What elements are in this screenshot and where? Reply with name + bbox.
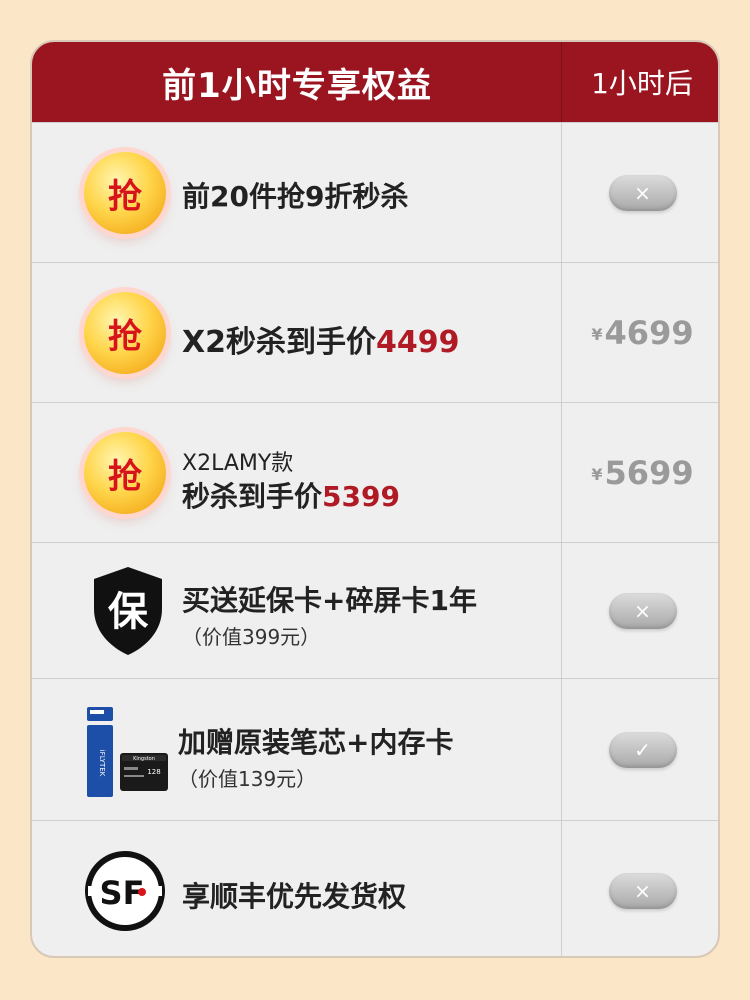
grab-badge-icon: 抢	[84, 152, 166, 234]
header-first-hour-title: 前1小时专享权益	[162, 65, 432, 106]
close-icon: ×	[608, 872, 677, 909]
benefit-cell: 抢 X2秒杀到手价4499	[32, 263, 561, 402]
benefit-cell: 抢 前20件抢9折秒杀	[32, 123, 561, 262]
benefit-title: X2秒杀到手价4499	[182, 317, 460, 361]
currency-symbol: ¥	[591, 465, 603, 484]
benefit-value-note: （价值399元）	[182, 625, 321, 649]
sf-logo-text: SF	[100, 874, 145, 912]
benefit-title: 前20件抢9折秒杀	[182, 180, 409, 213]
grab-badge-icon: 抢	[84, 432, 166, 514]
currency-symbol: ¥	[591, 325, 603, 344]
benefit-cell: 保 买送延保卡+碎屏卡1年 （价值399元）	[32, 543, 561, 678]
benefit-row-gift: iFLYTEK Kingston 128 加赠原装笔芯+内存卡 （价值139元）…	[32, 678, 718, 820]
pen-brand-label: iFLYTEK	[98, 750, 106, 777]
after-hour-cell: ¥5699	[561, 403, 718, 542]
benefit-title: 秒杀到手价5399	[182, 475, 400, 515]
table-header: 前1小时专享权益 1小时后	[32, 42, 718, 122]
benefit-row-x2-price: 抢 X2秒杀到手价4499 ¥4699	[32, 262, 718, 402]
benefit-title: 加赠原装笔芯+内存卡	[178, 726, 454, 759]
benefit-row-warranty: 保 买送延保卡+碎屏卡1年 （价值399元） ×	[32, 542, 718, 678]
grab-badge-icon: 抢	[84, 292, 166, 374]
benefit-title-text: 秒杀到手价	[182, 480, 323, 513]
benefit-title: 享顺丰优先发货权	[182, 880, 407, 913]
shield-label: 保	[108, 589, 149, 635]
after-hour-cell: ×	[561, 543, 718, 678]
benefit-cell: iFLYTEK Kingston 128 加赠原装笔芯+内存卡 （价值139元）	[32, 679, 561, 820]
benefits-table: 前1小时专享权益 1小时后 抢 前20件抢9折秒杀 × 抢 X2秒杀到手价449…	[30, 40, 720, 958]
after-hour-price-value: 4699	[604, 313, 694, 352]
card-capacity-label: 128	[147, 768, 160, 776]
benefit-title: 买送延保卡+碎屏卡1年	[182, 584, 477, 617]
benefit-price: 5399	[322, 480, 400, 513]
close-icon: ×	[608, 174, 677, 211]
header-after-hour-title: 1小时后	[591, 67, 693, 100]
pen-refill-and-memory-card-image: iFLYTEK Kingston 128	[87, 707, 168, 797]
shield-icon: 保	[94, 567, 162, 655]
benefit-row-lamy-price: 抢 X2LAMY款 秒杀到手价5399 ¥5699	[32, 402, 718, 542]
benefit-cell: SF 享顺丰优先发货权	[32, 821, 561, 956]
after-hour-cell: ×	[561, 123, 718, 262]
after-hour-price: ¥4699	[591, 314, 693, 352]
close-icon: ×	[608, 592, 677, 629]
benefit-model-name: X2LAMY款	[182, 451, 294, 476]
benefit-row-discount: 抢 前20件抢9折秒杀 ×	[32, 122, 718, 262]
benefit-value-note: （价值139元）	[178, 767, 317, 791]
sf-express-logo-icon: SF	[85, 851, 165, 931]
benefit-cell: 抢 X2LAMY款 秒杀到手价5399	[32, 403, 561, 542]
after-hour-price-value: 5699	[604, 453, 694, 492]
after-hour-cell: ×	[561, 821, 718, 956]
after-hour-cell: ¥4699	[561, 263, 718, 402]
card-brand-label: Kingston	[133, 756, 155, 762]
check-icon: ✓	[608, 731, 677, 768]
benefit-row-shipping: SF 享顺丰优先发货权 ×	[32, 820, 718, 956]
after-hour-cell: ✓	[561, 679, 718, 820]
benefit-title-text: X2秒杀到手价	[182, 325, 377, 360]
benefit-price: 4499	[376, 325, 460, 360]
after-hour-price: ¥5699	[591, 454, 693, 492]
